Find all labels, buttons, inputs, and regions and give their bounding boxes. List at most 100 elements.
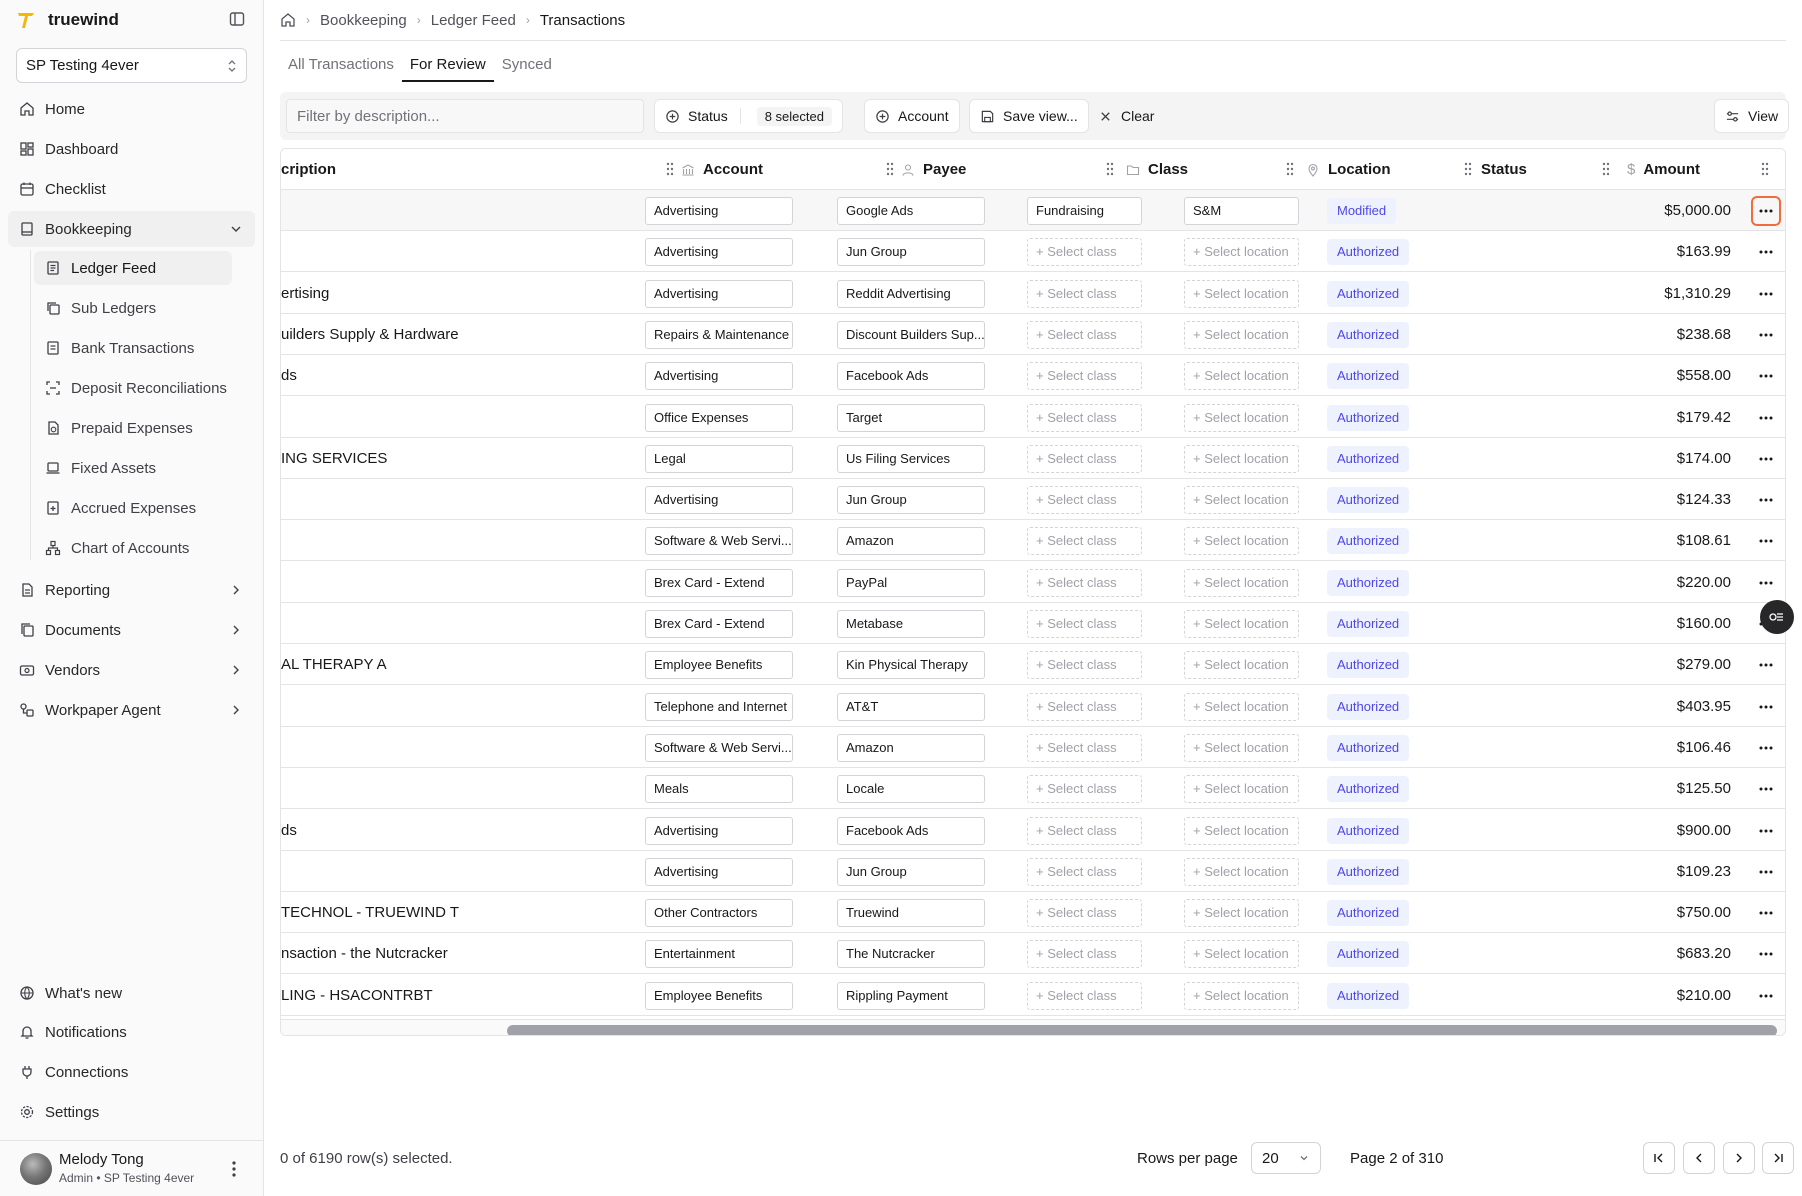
class-select[interactable]: + Select class <box>1027 444 1142 473</box>
more-vertical-icon[interactable] <box>228 1157 240 1181</box>
payee-select[interactable]: AT&T <box>837 692 985 721</box>
payee-select[interactable]: Truewind <box>837 899 985 928</box>
payee-select[interactable]: Jun Group <box>837 238 985 267</box>
account-select[interactable]: Meals <box>645 775 793 804</box>
breadcrumb-ledger-feed[interactable]: Ledger Feed <box>431 12 516 29</box>
location-select[interactable]: + Select location <box>1184 816 1299 845</box>
tab-all-transactions[interactable]: All Transactions <box>280 52 402 82</box>
payee-select[interactable]: Facebook Ads <box>837 362 985 391</box>
payee-select[interactable]: Rippling Payment <box>837 981 985 1010</box>
account-select[interactable]: Office Expenses <box>645 403 793 432</box>
row-actions-button[interactable] <box>1751 568 1781 598</box>
account-select[interactable]: Software & Web Servi... <box>645 733 793 762</box>
class-select[interactable]: + Select class <box>1027 279 1142 308</box>
location-select[interactable]: + Select location <box>1184 362 1299 391</box>
payee-select[interactable]: Discount Builders Sup... <box>837 320 985 349</box>
location-select[interactable]: + Select location <box>1184 981 1299 1010</box>
class-select[interactable]: + Select class <box>1027 568 1142 597</box>
breadcrumb-bookkeeping[interactable]: Bookkeeping <box>320 12 407 29</box>
tab-synced[interactable]: Synced <box>494 52 560 82</box>
sidebar-item-connections[interactable]: Connections <box>8 1054 255 1090</box>
payee-select[interactable]: PayPal <box>837 568 985 597</box>
class-select[interactable]: + Select class <box>1027 320 1142 349</box>
row-actions-button[interactable] <box>1751 485 1781 515</box>
account-select[interactable]: Employee Benefits <box>645 651 793 680</box>
sidebar-item-fixed-assets[interactable]: Fixed Assets <box>34 451 232 485</box>
assistant-chat-button[interactable] <box>1760 600 1794 634</box>
sidebar-item-prepaid-expenses[interactable]: Prepaid Expenses <box>34 411 232 445</box>
drag-handle-icon[interactable] <box>1601 161 1611 177</box>
sidebar-item-vendors[interactable]: Vendors <box>8 652 255 688</box>
class-select[interactable]: Fundraising <box>1027 197 1142 225</box>
sidebar-item-accrued-expenses[interactable]: Accrued Expenses <box>34 491 232 525</box>
payee-select[interactable]: Facebook Ads <box>837 816 985 845</box>
payee-select[interactable]: Jun Group <box>837 857 985 886</box>
home-icon[interactable] <box>280 12 296 28</box>
row-actions-button[interactable] <box>1751 692 1781 722</box>
account-select[interactable]: Software & Web Servi... <box>645 527 793 556</box>
table-row[interactable]: LING - HSACONTRBT Employee Benefits Rippli… <box>281 975 1785 1016</box>
table-row[interactable]: Advertising Google Ads Fundraising S&M Modif… <box>281 190 1785 231</box>
class-select[interactable]: + Select class <box>1027 692 1142 721</box>
row-actions-button[interactable] <box>1751 196 1781 226</box>
sidebar-item-bookkeeping[interactable]: Bookkeeping <box>8 211 255 247</box>
column-header-payee[interactable]: Payee <box>901 149 966 190</box>
class-select[interactable]: + Select class <box>1027 527 1142 556</box>
table-row[interactable]: Meals Locale + Select class + Select locati… <box>281 768 1785 810</box>
location-select[interactable]: + Select location <box>1184 899 1299 928</box>
location-select[interactable]: + Select location <box>1184 692 1299 721</box>
sidebar-item-dashboard[interactable]: Dashboard <box>8 131 255 167</box>
table-row[interactable]: nsaction - the Nutcracker Entertainment Th… <box>281 933 1785 975</box>
row-actions-button[interactable] <box>1751 444 1781 474</box>
row-actions-button[interactable] <box>1751 733 1781 763</box>
sidebar-item-settings[interactable]: Settings <box>8 1094 255 1130</box>
table-row[interactable]: AL THERAPY A Employee Benefits Kin Physica… <box>281 644 1785 686</box>
last-page-button[interactable] <box>1762 1142 1794 1174</box>
brand[interactable]: truewind <box>16 8 119 32</box>
row-actions-button[interactable] <box>1751 774 1781 804</box>
column-header-amount[interactable]: $ Amount <box>1627 149 1700 190</box>
account-select[interactable]: Advertising <box>645 857 793 886</box>
table-row[interactable]: Telephone and Internet AT&T + Select class… <box>281 686 1785 727</box>
column-header-class[interactable]: Class <box>1126 149 1188 190</box>
table-row[interactable]: Brex Card - Extend PayPal + Select class + … <box>281 562 1785 603</box>
account-select[interactable]: Advertising <box>645 238 793 267</box>
table-row[interactable]: ertising Advertising Reddit Advertising + S… <box>281 273 1785 314</box>
table-row[interactable]: Software & Web Servi... Amazon + Select cl… <box>281 727 1785 768</box>
location-select[interactable]: + Select location <box>1184 610 1299 638</box>
class-select[interactable]: + Select class <box>1027 857 1142 886</box>
table-row[interactable]: Advertising Jun Group + Select class + Sele… <box>281 851 1785 892</box>
sidebar-item-notifications[interactable]: Notifications <box>8 1014 255 1050</box>
row-actions-button[interactable] <box>1751 361 1781 391</box>
row-actions-button[interactable] <box>1751 526 1781 556</box>
sidebar-item-whats-new[interactable]: What's new <box>8 975 255 1011</box>
column-header-account[interactable]: Account <box>681 149 763 190</box>
sidebar-item-bank-transactions[interactable]: Bank Transactions <box>34 331 232 365</box>
account-select[interactable]: Telephone and Internet <box>645 692 793 721</box>
column-header-description[interactable]: cription <box>281 149 336 190</box>
account-select[interactable]: Advertising <box>645 486 793 515</box>
payee-select[interactable]: Jun Group <box>837 486 985 515</box>
table-row[interactable]: ds Advertising Facebook Ads + Select class +… <box>281 810 1785 851</box>
location-select[interactable]: + Select location <box>1184 857 1299 886</box>
next-page-button[interactable] <box>1723 1142 1755 1174</box>
row-actions-button[interactable] <box>1751 981 1781 1011</box>
row-actions-button[interactable] <box>1751 816 1781 846</box>
rows-per-page-select[interactable]: 20 <box>1251 1142 1321 1174</box>
sidebar-item-deposit-reconciliations[interactable]: Deposit Reconciliations <box>34 371 232 405</box>
sidebar-item-documents[interactable]: Documents <box>8 612 255 648</box>
table-row[interactable]: uilders Supply & Hardware Repairs & Maint… <box>281 314 1785 355</box>
class-select[interactable]: + Select class <box>1027 981 1142 1010</box>
payee-select[interactable]: Amazon <box>837 733 985 762</box>
payee-select[interactable]: Target <box>837 403 985 432</box>
account-select[interactable]: Advertising <box>645 197 793 225</box>
account-select[interactable]: Legal <box>645 444 793 473</box>
account-select[interactable]: Advertising <box>645 362 793 391</box>
account-select[interactable]: Advertising <box>645 279 793 308</box>
status-filter-button[interactable]: Status 8 selected <box>654 99 843 133</box>
table-row[interactable]: Software & Web Servi... Amazon + Select cl… <box>281 520 1785 562</box>
account-filter-button[interactable]: Account <box>864 99 960 133</box>
location-select[interactable]: + Select location <box>1184 238 1299 267</box>
account-select[interactable]: Repairs & Maintenance <box>645 320 793 349</box>
row-actions-button[interactable] <box>1751 403 1781 433</box>
